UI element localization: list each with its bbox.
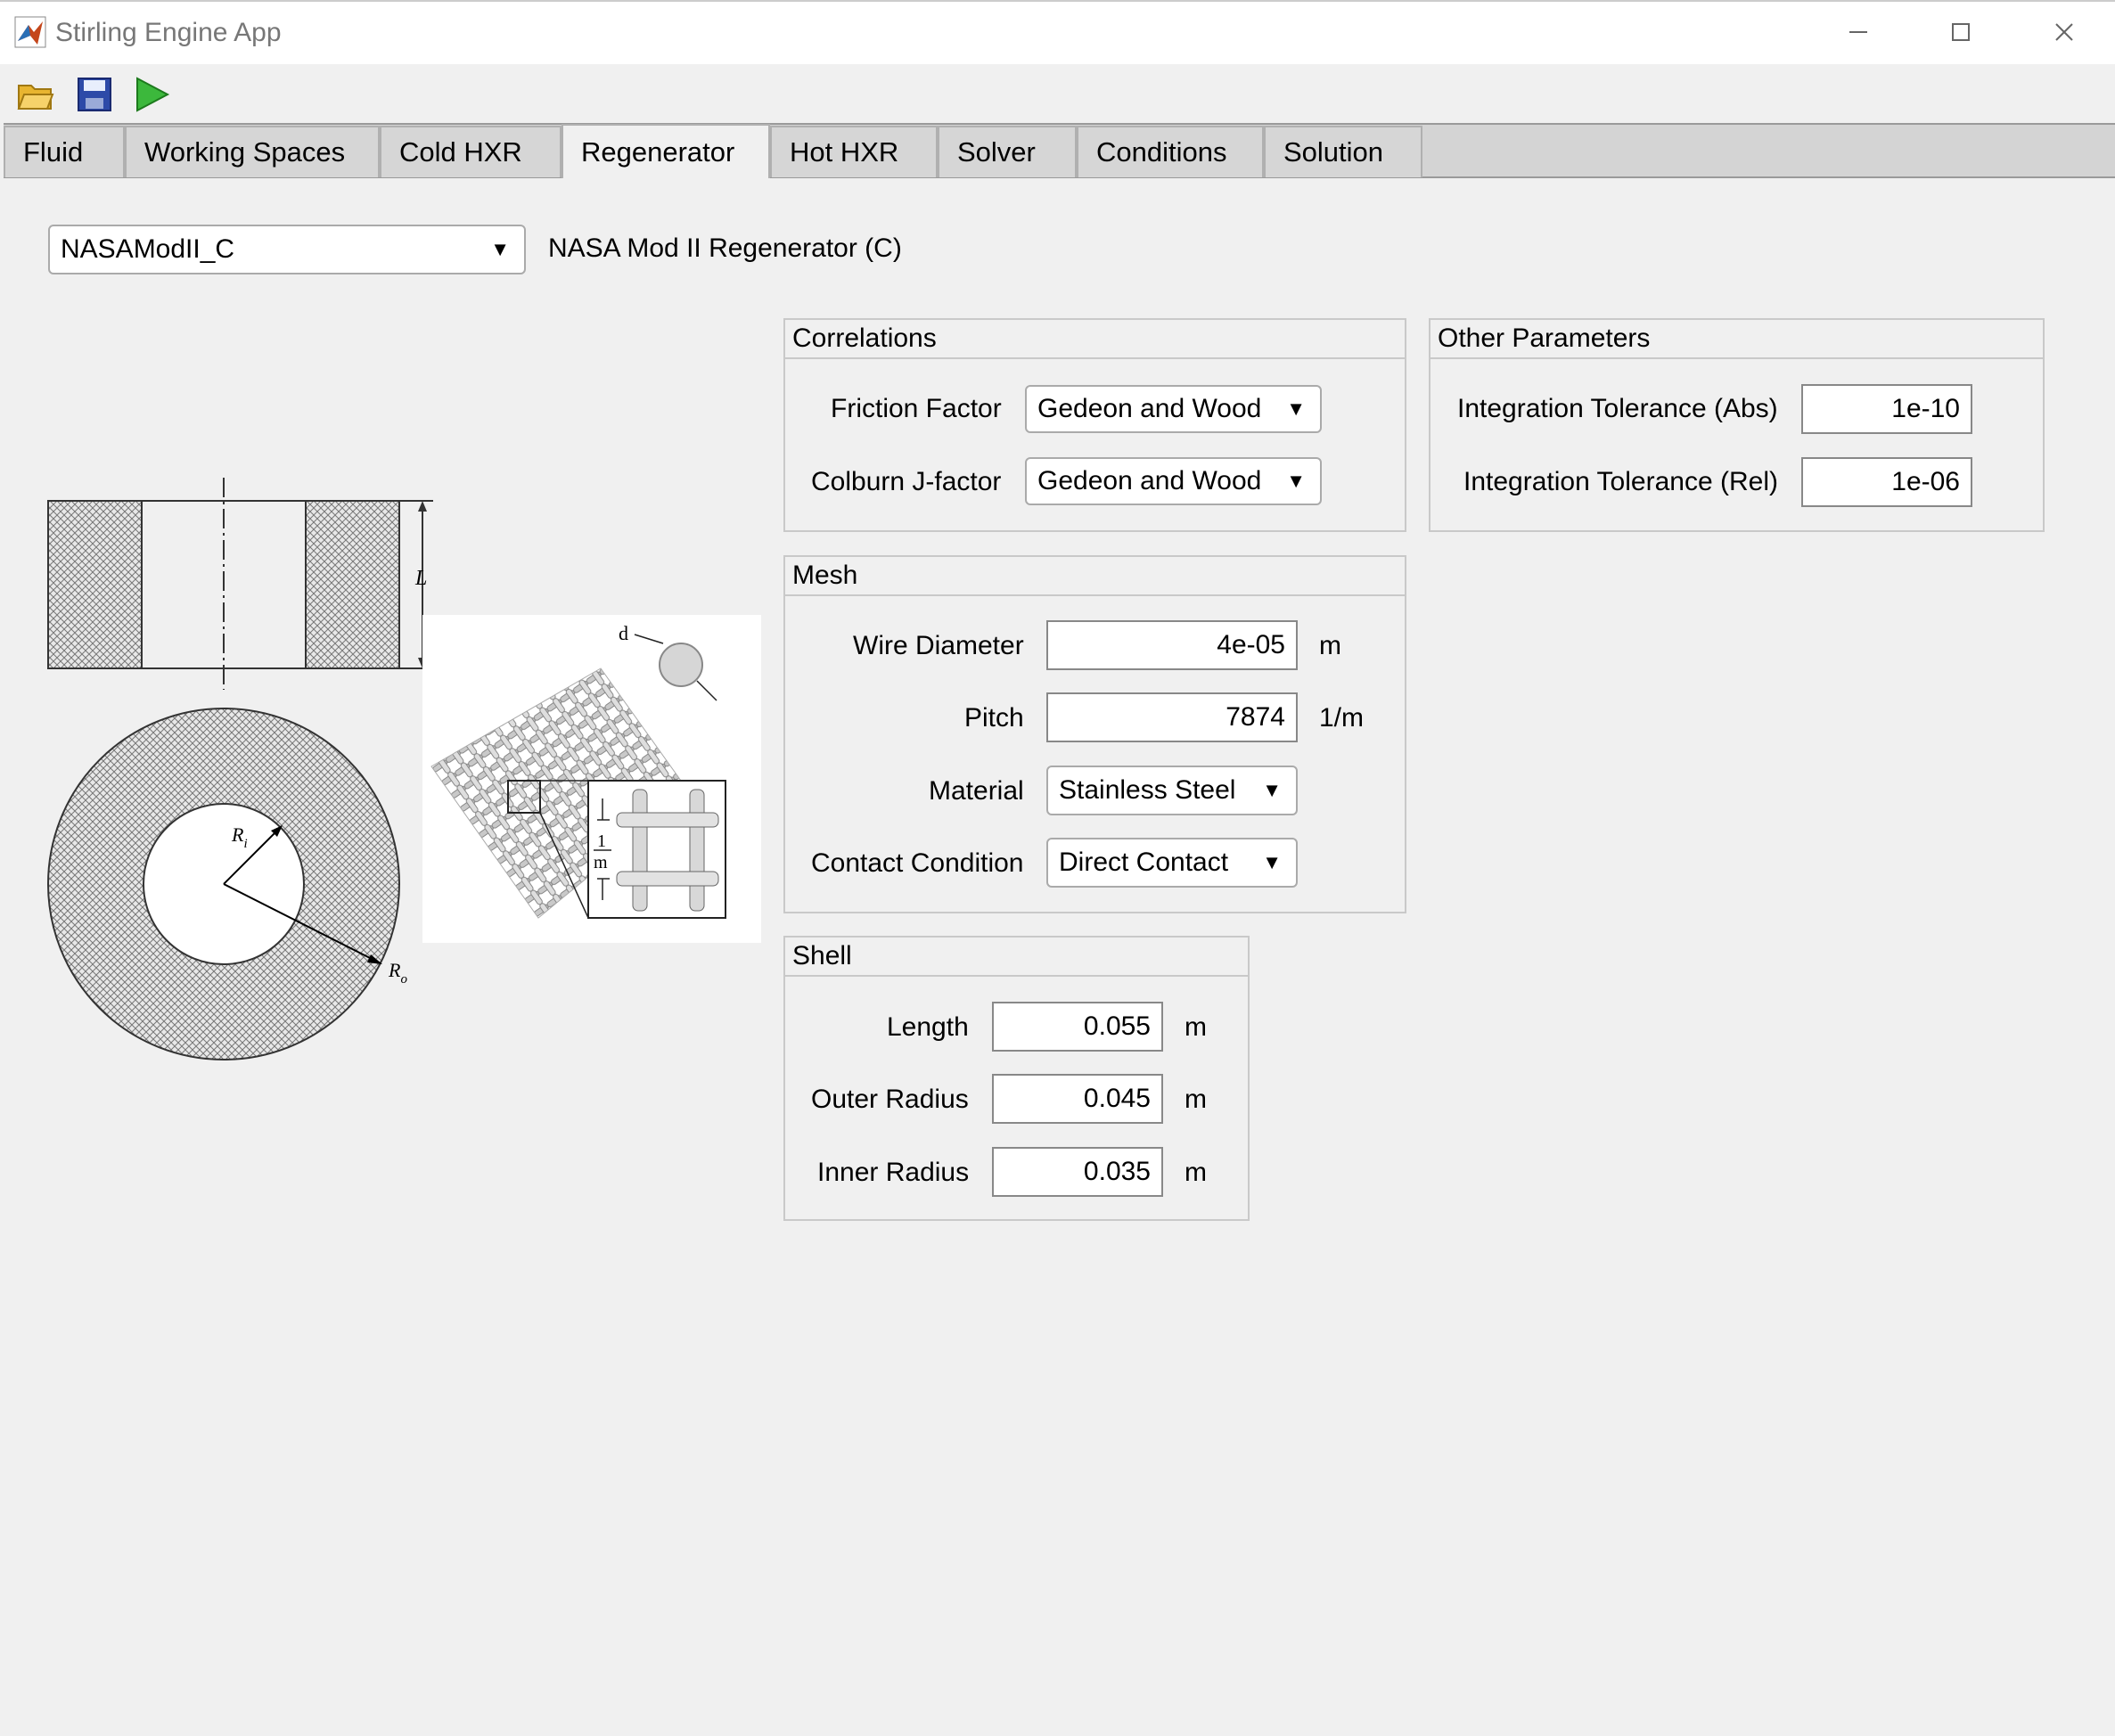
pitch-input[interactable]: 7874 (1046, 692, 1298, 742)
tolerance-rel-label: Integration Tolerance (Rel) (1463, 467, 1778, 496)
tolerance-abs-input[interactable]: 1e-10 (1801, 384, 1972, 434)
tab-cold-hxr[interactable]: Cold HXR (380, 126, 562, 177)
wire-diameter-unit: m (1319, 631, 1341, 660)
outer-radius-unit: m (1185, 1085, 1207, 1114)
shell-title: Shell (785, 938, 1248, 977)
colburn-factor-value: Gedeon and Wood (1037, 466, 1262, 495)
friction-factor-select[interactable]: Gedeon and Wood ▼ (1025, 385, 1322, 433)
pitch-label: Pitch (964, 703, 1024, 733)
friction-factor-value: Gedeon and Wood (1037, 394, 1262, 423)
close-button[interactable] (2029, 9, 2100, 55)
correlations-title: Correlations (785, 320, 1405, 359)
tab-solver[interactable]: Solver (938, 126, 1077, 177)
tab-working-spaces[interactable]: Working Spaces (125, 126, 380, 177)
contact-condition-select[interactable]: Direct Contact ▼ (1046, 838, 1298, 888)
inner-radius-label: Inner Radius (817, 1158, 970, 1187)
matlab-logo-icon (14, 16, 46, 48)
chevron-down-icon: ▼ (1286, 470, 1306, 492)
maximize-icon (1952, 23, 1970, 41)
folder-open-icon[interactable] (16, 75, 55, 114)
tolerance-rel-input[interactable]: 1e-06 (1801, 457, 1972, 507)
chevron-down-icon: ▼ (1286, 397, 1306, 420)
regenerator-select[interactable]: NASAModII_C ▼ (48, 225, 526, 274)
other-parameters-title: Other Parameters (1430, 320, 2043, 359)
play-icon[interactable] (132, 75, 171, 114)
svg-text:1: 1 (597, 831, 606, 851)
outer-radius-label: Outer Radius (811, 1085, 969, 1114)
material-label: Material (929, 776, 1024, 806)
chevron-down-icon: ▼ (1262, 851, 1282, 873)
contact-condition-label: Contact Condition (811, 848, 1024, 878)
title-bar (0, 0, 2115, 64)
wire-diameter-input[interactable]: 4e-05 (1046, 620, 1298, 670)
outer-radius-input[interactable]: 0.045 (992, 1074, 1163, 1124)
colburn-factor-select[interactable]: Gedeon and Wood ▼ (1025, 457, 1322, 505)
mesh-title: Mesh (785, 557, 1405, 596)
svg-text:m: m (594, 853, 608, 872)
tab-solution[interactable]: Solution (1264, 126, 1422, 177)
chevron-down-icon: ▼ (490, 238, 510, 260)
wire-mesh-image: 1 m d (422, 615, 761, 943)
maximize-button[interactable] (1925, 9, 1996, 55)
minimize-icon (1849, 31, 1867, 33)
close-icon (2055, 23, 2073, 41)
pitch-unit: 1/m (1319, 703, 1365, 733)
regenerator-description: NASA Mod II Regenerator (C) (548, 233, 902, 263)
material-select[interactable]: Stainless Steel ▼ (1046, 766, 1298, 815)
tab-conditions[interactable]: Conditions (1077, 126, 1264, 177)
inner-radius-input[interactable]: 0.035 (992, 1147, 1163, 1197)
chevron-down-icon: ▼ (1262, 779, 1282, 801)
inner-radius-unit: m (1185, 1158, 1207, 1187)
save-icon[interactable] (75, 75, 114, 114)
length-input[interactable]: 0.055 (992, 1002, 1163, 1052)
friction-factor-label: Friction Factor (831, 394, 1002, 423)
outer-radius-label: Ro (388, 959, 407, 987)
window-title: Stirling Engine App (55, 18, 282, 47)
wire-diameter-label: Wire Diameter (853, 631, 1024, 660)
tab-hot-hxr[interactable]: Hot HXR (770, 126, 938, 177)
material-value: Stainless Steel (1059, 775, 1236, 805)
regenerator-select-value: NASAModII_C (61, 234, 235, 264)
toolbar (0, 64, 2115, 123)
tolerance-abs-label: Integration Tolerance (Abs) (1457, 394, 1778, 423)
length-unit: m (1185, 1012, 1207, 1042)
tab-regenerator[interactable]: Regenerator (562, 124, 770, 178)
minimize-button[interactable] (1823, 9, 1894, 55)
tab-fluid[interactable]: Fluid (4, 126, 125, 177)
length-label: L (414, 567, 427, 590)
length-label: Length (887, 1012, 969, 1042)
contact-condition-value: Direct Contact (1059, 848, 1229, 877)
colburn-factor-label: Colburn J-factor (811, 467, 1002, 496)
wire-diameter-label: d (619, 622, 628, 644)
annular-regenerator-diagram: L Ri Ro (47, 478, 433, 1060)
